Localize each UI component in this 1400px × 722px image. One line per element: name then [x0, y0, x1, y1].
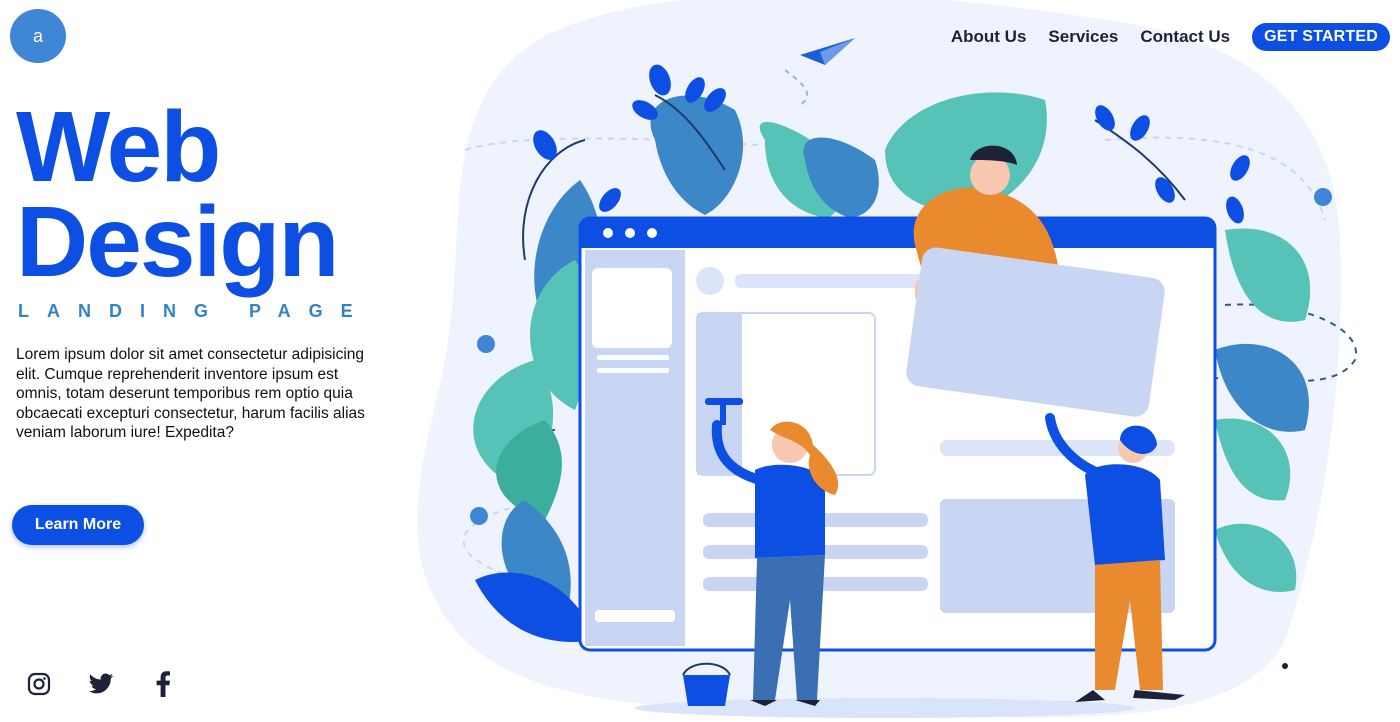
title-line-web: Web — [16, 91, 221, 203]
web-design-team-illustration — [417, 0, 1358, 718]
learn-more-button[interactable]: Learn More — [12, 505, 144, 545]
instagram-icon[interactable] — [26, 671, 52, 697]
title-line-design: Design — [16, 186, 339, 298]
nav-services[interactable]: Services — [1048, 27, 1118, 47]
hero-description: Lorem ipsum dolor sit amet consectetur a… — [16, 346, 365, 442]
page-title: Web Design — [16, 91, 436, 298]
top-nav: About Us Services Contact Us GET STARTED — [951, 22, 1390, 52]
nav-about-us[interactable]: About Us — [951, 27, 1027, 47]
logo[interactable]: a — [10, 9, 66, 63]
twitter-icon[interactable] — [88, 671, 114, 697]
social-links — [26, 671, 176, 697]
logo-letter: a — [32, 25, 43, 46]
page-subtitle: LANDING PAGE — [18, 301, 371, 321]
get-started-button[interactable]: GET STARTED — [1252, 23, 1390, 51]
facebook-icon[interactable] — [150, 671, 176, 697]
nav-contact-us[interactable]: Contact Us — [1140, 27, 1230, 47]
